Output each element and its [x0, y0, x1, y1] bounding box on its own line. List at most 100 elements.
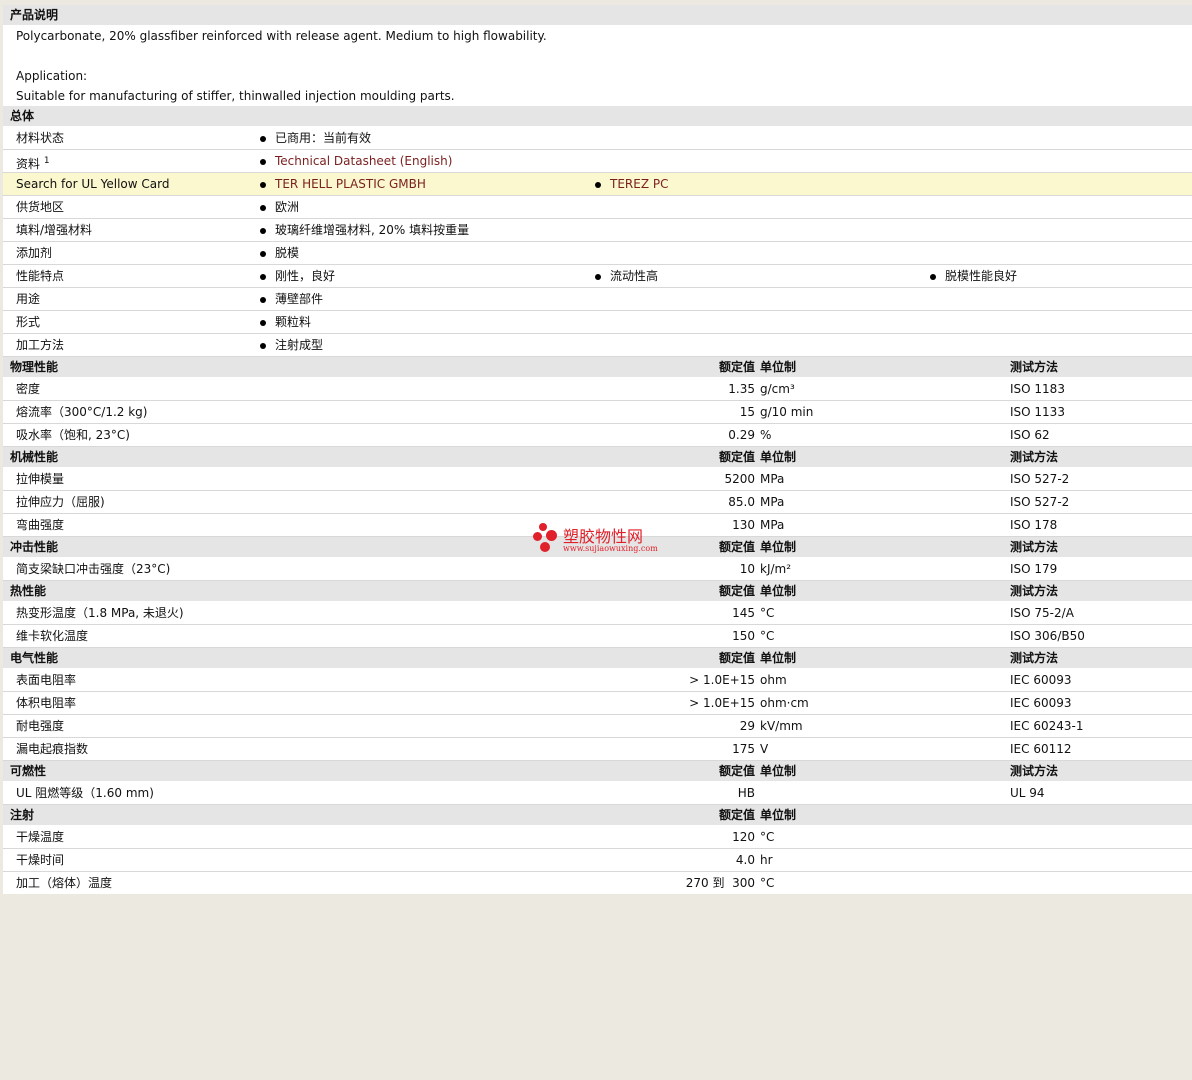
test-method: IEC 60093	[1010, 673, 1072, 687]
table-row: 熔流率（300°C/1.2 kg) 15 g/10 min ISO 1133	[3, 401, 1192, 424]
col-header-value: 额定值	[718, 808, 755, 822]
row-processing: 加工方法 注射成型	[3, 334, 1192, 357]
row-ul-yellow-card: Search for UL Yellow Card TER HELL PLAST…	[3, 173, 1192, 196]
col-header-value: 额定值	[718, 450, 755, 464]
table-row: 漏电起痕指数 175 V IEC 60112	[3, 738, 1192, 761]
table-row: 热变形温度（1.8 MPa, 未退火) 145 °C ISO 75-2/A	[3, 602, 1192, 625]
section-header-mechanical: 机械性能 额定值 单位制 测试方法	[3, 447, 1192, 468]
section-title: 机械性能	[10, 450, 59, 464]
row-label: 用途	[16, 292, 41, 306]
col-header-unit: 单位制	[760, 584, 797, 598]
property-unit: %	[760, 428, 772, 442]
row-label: 材料状态	[16, 131, 65, 145]
property-label: 吸水率（饱和, 23°C)	[16, 428, 130, 442]
table-row: UL 阻燃等级（1.60 mm) HB UL 94	[3, 782, 1192, 805]
col-header-unit: 单位制	[760, 808, 797, 822]
col-header-unit: 单位制	[760, 540, 797, 554]
col-header-value: 额定值	[718, 651, 755, 665]
table-row: 加工（熔体）温度 270 到 300 °C	[3, 872, 1192, 894]
section-title: 冲击性能	[10, 540, 59, 554]
property-unit: MPa	[760, 472, 785, 486]
property-value: 175	[732, 742, 755, 756]
row-label: 资料 1	[16, 150, 50, 175]
section-title: 产品说明	[10, 8, 59, 22]
col-header-method: 测试方法	[1010, 764, 1059, 778]
row-value: 刚性，良好	[260, 265, 335, 287]
property-value: 150	[732, 629, 755, 643]
technical-datasheet-link[interactable]: Technical Datasheet (English)	[260, 150, 452, 172]
property-label: 拉伸应力（屈服)	[16, 495, 105, 509]
page: { "product": { "title": "产品说明", "desc": …	[0, 0, 1192, 1080]
ul-link-terez-pc[interactable]: TEREZ PC	[595, 173, 668, 195]
col-header-method: 测试方法	[1010, 584, 1059, 598]
property-value: 29	[739, 719, 755, 733]
col-header-unit: 单位制	[760, 764, 797, 778]
property-label: 维卡软化温度	[16, 629, 89, 643]
row-value: 颗粒料	[260, 311, 311, 333]
col-header-unit: 单位制	[760, 651, 797, 665]
source-label: 资料	[16, 157, 41, 171]
property-unit: ohm	[760, 673, 787, 687]
property-unit: kJ/m²	[760, 562, 792, 576]
property-value: 130	[732, 518, 755, 532]
property-unit: ohm·cm	[760, 696, 809, 710]
property-value: > 1.0E+15	[689, 673, 755, 687]
section-header-general: 总体	[3, 106, 1192, 127]
row-value: 薄壁部件	[260, 288, 323, 310]
row-value: 流动性高	[595, 265, 658, 287]
property-value: 10	[739, 562, 755, 576]
col-header-method: 测试方法	[1010, 450, 1059, 464]
property-value: 270 到 300	[685, 876, 755, 890]
section-header-physical: 物理性能 额定值 单位制 测试方法	[3, 357, 1192, 378]
row-supply-region: 供货地区 欧洲	[3, 196, 1192, 219]
application-text: Suitable for manufacturing of stiffer, t…	[16, 89, 455, 103]
test-method: ISO 306/B50	[1010, 629, 1085, 643]
row-features: 性能特点 刚性，良好 流动性高 脱模性能良好	[3, 265, 1192, 288]
col-header-unit: 单位制	[760, 360, 797, 374]
row-uses: 用途 薄壁部件	[3, 288, 1192, 311]
table-row: 简支梁缺口冲击强度（23°C) 10 kJ/m² ISO 179	[3, 558, 1192, 581]
application-label: Application:	[16, 69, 88, 83]
col-header-method: 测试方法	[1010, 651, 1059, 665]
property-unit: MPa	[760, 518, 785, 532]
row-label: 加工方法	[16, 338, 65, 352]
ul-link-ter-hell[interactable]: TER HELL PLASTIC GMBH	[260, 173, 426, 195]
property-unit: g/cm³	[760, 382, 795, 396]
property-label: 漏电起痕指数	[16, 742, 89, 756]
section-title: 物理性能	[10, 360, 59, 374]
col-header-method: 测试方法	[1010, 360, 1059, 374]
col-header-value: 额定值	[718, 360, 755, 374]
property-unit: °C	[760, 606, 775, 620]
row-value: 玻璃纤维增强材料, 20% 填料按重量	[260, 219, 469, 241]
row-value: 已商用：当前有效	[260, 127, 371, 149]
property-value: HB	[737, 786, 755, 800]
property-label: 密度	[16, 382, 41, 396]
section-header-flammability: 可燃性 额定值 单位制 测试方法	[3, 761, 1192, 782]
property-value: 145	[732, 606, 755, 620]
test-method: ISO 1133	[1010, 405, 1065, 419]
test-method: UL 94	[1010, 786, 1045, 800]
table-row: 吸水率（饱和, 23°C) 0.29% ISO 62	[3, 424, 1192, 447]
watermark-logo-icon	[539, 523, 547, 531]
watermark-logo-icon	[533, 532, 542, 541]
property-value: 4.0	[735, 853, 755, 867]
row-label: 形式	[16, 315, 41, 329]
property-label: 弯曲强度	[16, 518, 65, 532]
table-row: 拉伸应力（屈服) 85.0 MPa ISO 527-2	[3, 491, 1192, 514]
watermark-url: www.sujiaowuxing.com	[563, 544, 658, 553]
property-label: 拉伸模量	[16, 472, 65, 486]
property-unit: V	[760, 742, 769, 756]
row-source: 资料 1 Technical Datasheet (English)	[3, 150, 1192, 173]
table-row: 耐电强度 29 kV/mm IEC 60243-1	[3, 715, 1192, 738]
test-method: ISO 1183	[1010, 382, 1065, 396]
property-unit: °C	[760, 629, 775, 643]
row-form: 形式 颗粒料	[3, 311, 1192, 334]
property-value: 1.35	[728, 382, 755, 396]
property-label: 干燥时间	[16, 853, 65, 867]
section-header-thermal: 热性能 额定值 单位制 测试方法	[3, 581, 1192, 602]
row-value: 欧洲	[260, 196, 299, 218]
property-label: UL 阻燃等级（1.60 mm)	[16, 786, 154, 800]
property-value: 85.0	[728, 495, 755, 509]
test-method: ISO 527-2	[1010, 495, 1070, 509]
